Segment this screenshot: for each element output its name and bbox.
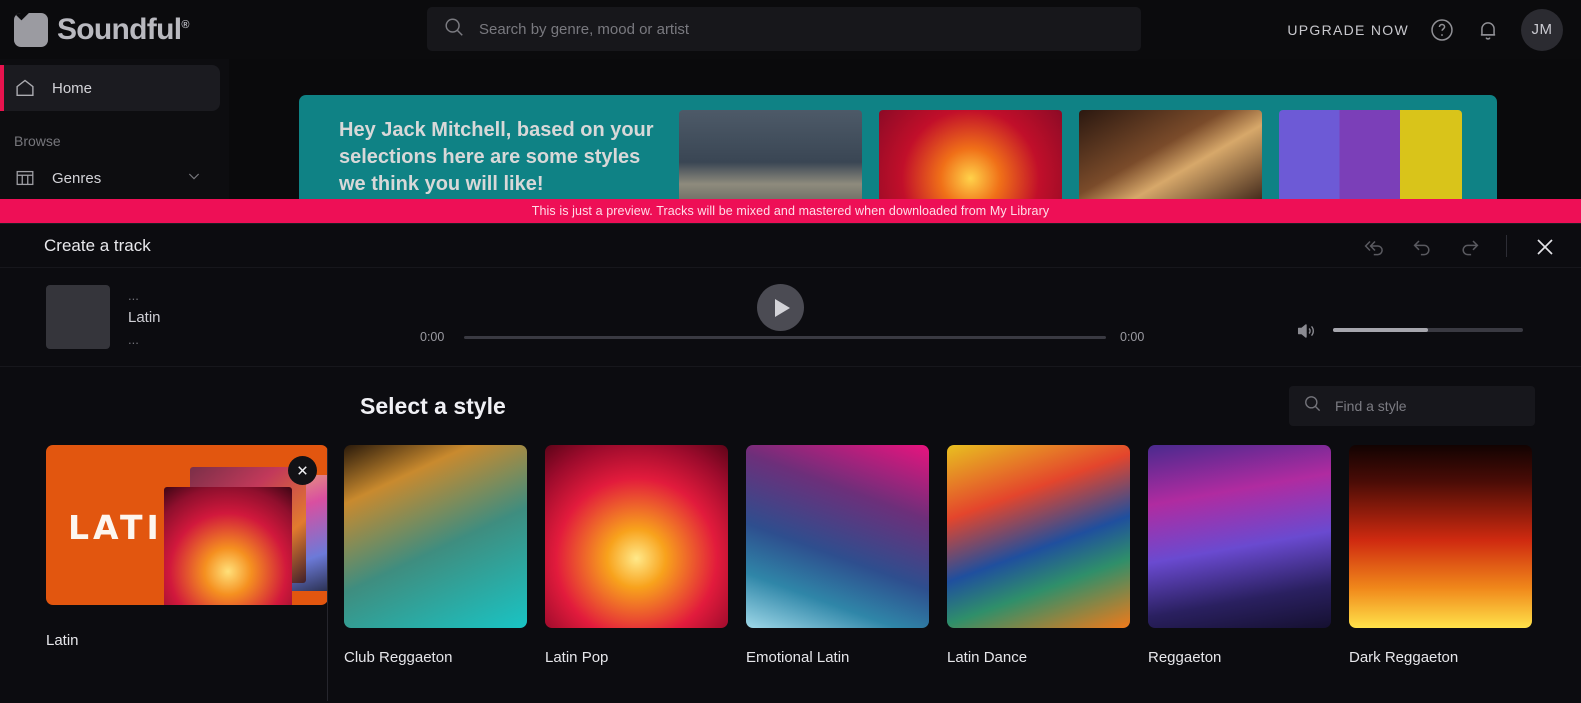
track-meta-line-3: ...: [128, 331, 139, 347]
header-actions: UPGRADE NOW JM: [1287, 0, 1563, 59]
preview-notice-text: This is just a preview. Tracks will be m…: [531, 204, 1050, 218]
track-title: Latin: [128, 308, 161, 326]
volume-slider[interactable]: [1333, 328, 1523, 332]
search-input[interactable]: [479, 20, 1141, 38]
promo-card-list: [679, 109, 1462, 205]
sidebar-item-label: Home: [52, 79, 93, 97]
create-track-actions: [1362, 224, 1555, 268]
sidebar-item-genres[interactable]: Genres: [0, 155, 220, 201]
style-label: Reggaeton: [1148, 649, 1222, 666]
selected-style-wrapper: LATIN Latin: [46, 445, 328, 701]
remove-style-button[interactable]: [288, 456, 317, 485]
style-card[interactable]: Latin Dance: [947, 445, 1130, 666]
brand-name: Soundful®: [57, 12, 190, 47]
style-label: Dark Reggaeton: [1349, 649, 1459, 666]
style-card[interactable]: Club Reggaeton: [344, 445, 527, 666]
style-grid: LATIN Latin Club Reggaeton Latin Pop Emo…: [0, 445, 1581, 703]
help-circle-icon[interactable]: [1429, 17, 1455, 43]
style-label: Latin Dance: [947, 649, 1028, 666]
promo-headline: Hey Jack Mitchell, based on your selecti…: [339, 118, 654, 195]
style-thumbnail[interactable]: [1349, 445, 1532, 628]
selected-style-label: Latin: [46, 632, 79, 649]
style-card[interactable]: Latin Pop: [545, 445, 728, 666]
global-search[interactable]: [427, 7, 1141, 51]
stacked-thumb-1: [164, 487, 292, 605]
panel-title: Create a track: [44, 235, 151, 255]
top-navbar: Soundful® UPGRADE NOW: [0, 0, 1581, 59]
brand-logo[interactable]: Soundful®: [14, 12, 190, 47]
sidebar-item-label: Genres: [52, 169, 102, 187]
style-card[interactable]: Reggaeton: [1148, 445, 1331, 666]
play-icon: [775, 298, 790, 317]
search-icon: [1303, 394, 1322, 418]
chevron-down-icon[interactable]: [186, 168, 202, 189]
current-time: 0:00: [420, 330, 445, 344]
preview-notice-bar: This is just a preview. Tracks will be m…: [0, 199, 1581, 223]
track-artwork: [46, 285, 110, 349]
track-player: ... Latin ... 0:00 0:00: [0, 268, 1581, 367]
style-card[interactable]: Dark Reggaeton: [1349, 445, 1532, 666]
toolbar-divider: [1506, 235, 1507, 257]
volume-control: [1294, 320, 1523, 340]
style-thumbnail[interactable]: [746, 445, 929, 628]
promo-card[interactable]: [679, 109, 862, 205]
selected-style-card[interactable]: LATIN: [46, 445, 328, 605]
upgrade-now-button[interactable]: UPGRADE NOW: [1287, 22, 1409, 38]
close-icon[interactable]: [1533, 235, 1555, 257]
style-card-list: Club Reggaeton Latin Pop Emotional Latin…: [328, 445, 1532, 666]
find-style-input[interactable]: [1335, 398, 1535, 414]
sidebar-section-browse: Browse: [14, 133, 61, 149]
promo-card[interactable]: [879, 109, 1062, 205]
search-icon: [443, 16, 465, 43]
speaker-icon[interactable]: [1294, 320, 1316, 340]
play-button[interactable]: [757, 284, 804, 331]
track-metadata: ... Latin ...: [128, 285, 161, 349]
progress-slider[interactable]: [464, 335, 1106, 339]
style-section-header: Select a style: [0, 367, 1581, 445]
section-title: Select a style: [360, 392, 506, 419]
style-card[interactable]: Emotional Latin: [746, 445, 929, 666]
promo-card[interactable]: [1079, 109, 1262, 205]
find-style-search[interactable]: [1289, 386, 1535, 426]
style-thumbnail[interactable]: [947, 445, 1130, 628]
volume-level: [1333, 328, 1428, 332]
total-time: 0:00: [1120, 330, 1145, 344]
create-track-header: Create a track: [0, 224, 1581, 268]
style-thumbnail[interactable]: [344, 445, 527, 628]
app-root: Soundful® UPGRADE NOW: [0, 0, 1581, 703]
track-meta-line-1: ...: [128, 287, 139, 303]
playback-timeline: 0:00 0:00: [420, 330, 1150, 344]
style-label: Club Reggaeton: [344, 649, 453, 666]
style-label: Latin Pop: [545, 649, 609, 666]
genres-icon: [14, 167, 36, 189]
reset-arrow-icon[interactable]: [1362, 235, 1384, 257]
create-track-panel: Create a track ... Latin ... 0:00 0:00 S…: [0, 223, 1581, 703]
undo-icon[interactable]: [1410, 235, 1432, 257]
registered-mark: ®: [181, 18, 189, 31]
home-icon: [14, 77, 36, 99]
soundful-logo-icon: [14, 12, 48, 47]
avatar[interactable]: JM: [1521, 8, 1563, 51]
style-thumbnail[interactable]: [1148, 445, 1331, 628]
bell-icon[interactable]: [1475, 17, 1501, 43]
redo-icon[interactable]: [1458, 235, 1480, 257]
style-thumbnail[interactable]: [545, 445, 728, 628]
brand-name-text: Soundful: [57, 12, 182, 46]
style-label: Emotional Latin: [746, 649, 850, 666]
promo-card[interactable]: [1279, 109, 1462, 205]
sidebar-item-home[interactable]: Home: [0, 65, 220, 111]
